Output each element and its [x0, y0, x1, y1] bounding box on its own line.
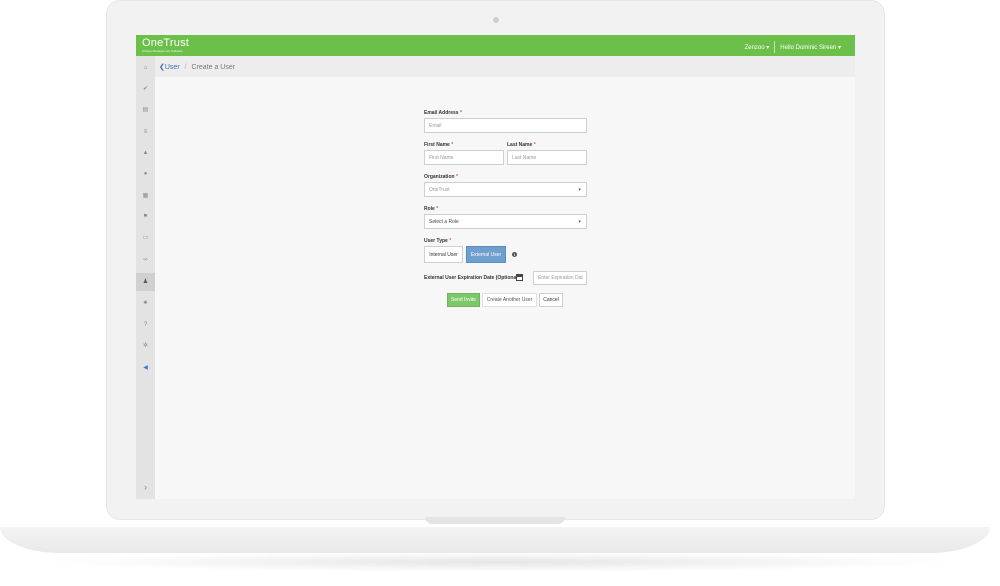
breadcrumb-user-link[interactable]: ❮User — [159, 64, 180, 71]
laptop-shadow — [40, 552, 960, 572]
user-type-label: User Type * — [424, 238, 452, 244]
building-icon[interactable]: ▲ — [136, 148, 155, 158]
laptop-camera — [493, 17, 499, 23]
app-logo[interactable]: OneTrust — [142, 37, 189, 49]
breadcrumb-separator: / — [184, 64, 187, 71]
expiration-date-label: External User Expiration Date (Optional) — [424, 275, 520, 281]
role-select[interactable]: Select a Role ▾ — [424, 214, 587, 229]
create-user-panel: Email Address * Email First Name * First… — [155, 77, 855, 499]
help-icon[interactable]: ? — [136, 320, 155, 330]
top-bar-divider — [774, 41, 776, 53]
info-icon[interactable]: i — [512, 252, 517, 257]
document-icon[interactable]: ▤ — [136, 105, 155, 115]
app-logo-subtitle: Privacy Management Software — [142, 49, 183, 53]
link-icon[interactable]: ∞ — [136, 255, 155, 265]
laptop-base — [0, 527, 990, 553]
chevron-down-icon: ▾ — [578, 218, 581, 225]
calendar-icon[interactable] — [516, 274, 523, 281]
user-icon[interactable]: ♟ — [136, 273, 155, 291]
create-another-user-button[interactable]: Create Another User — [482, 293, 537, 307]
user-menu[interactable]: Hello Dominic Sireen ▾ — [780, 44, 841, 51]
internal-user-toggle[interactable]: Internal User — [424, 246, 463, 263]
expand-sidebar-icon[interactable]: › — [136, 482, 155, 492]
last-name-label: Last Name * — [507, 142, 536, 148]
list-icon[interactable]: ≡ — [136, 127, 155, 137]
chevron-down-icon: ▾ — [578, 186, 581, 193]
send-invite-button[interactable]: Send Invite — [447, 293, 480, 307]
breadcrumb-current: Create a User — [191, 64, 236, 71]
email-input[interactable]: Email — [424, 118, 587, 133]
organization-select[interactable]: OneTrust ▾ — [424, 182, 587, 197]
organization-label: Organization * — [424, 174, 458, 180]
globe-icon[interactable]: ● — [136, 169, 155, 179]
top-bar-menus: Zenzoo ▾ Hello Dominic Sireen ▾ — [745, 41, 841, 53]
home-icon[interactable]: ⌂ — [136, 63, 155, 73]
external-user-toggle[interactable]: External User — [466, 246, 506, 263]
chevron-down-icon: ▾ — [766, 44, 770, 51]
database-icon[interactable]: ▦ — [136, 191, 155, 201]
breadcrumb: ❮User / Create a User — [159, 63, 235, 71]
users-icon[interactable]: ♣ — [136, 298, 155, 308]
laptop-notch — [425, 517, 565, 524]
email-label: Email Address * — [424, 110, 462, 116]
sidebar: ⌂ ✔ ▤ ≡ ▲ ● ▦ ⚑ ▭ ∞ ♟ ♣ ? ✲ ◀ › — [136, 56, 155, 499]
last-name-input[interactable]: Last Name — [507, 150, 587, 165]
role-label: Role * — [424, 206, 439, 212]
top-bar: OneTrust Privacy Management Software Zen… — [136, 35, 855, 56]
chevron-down-icon: ▾ — [837, 44, 841, 51]
org-menu[interactable]: Zenzoo ▾ — [745, 44, 770, 51]
cancel-button[interactable]: Cancel — [539, 293, 563, 307]
megaphone-icon[interactable]: ◀ — [136, 363, 155, 373]
folder-icon[interactable]: ▭ — [136, 233, 155, 243]
first-name-input[interactable]: First Name — [424, 150, 504, 165]
check-icon[interactable]: ✔ — [136, 84, 155, 94]
expiration-date-input[interactable]: Enter Expiration Dat — [533, 271, 587, 285]
settings-icon[interactable]: ✲ — [136, 341, 155, 351]
flag-icon[interactable]: ⚑ — [136, 212, 155, 222]
first-name-label: First Name * — [424, 142, 454, 148]
app-screen: OneTrust Privacy Management Software Zen… — [136, 35, 855, 499]
